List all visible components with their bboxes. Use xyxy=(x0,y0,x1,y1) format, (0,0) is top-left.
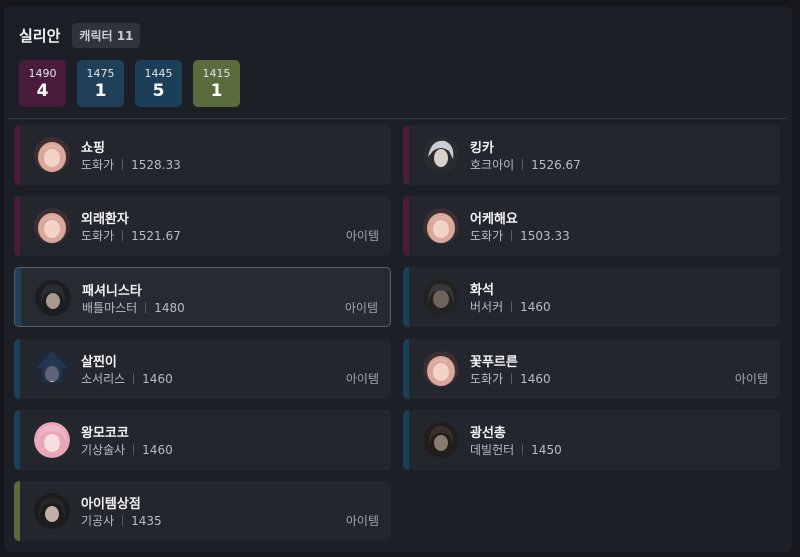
character-class: 도화가 xyxy=(81,158,115,172)
separator xyxy=(133,373,135,384)
separator xyxy=(122,159,124,170)
character-card[interactable]: 꽃푸르른 도화가 1460 아이템 xyxy=(403,339,780,399)
character-item-level: 1460 xyxy=(520,371,551,386)
character-name: 살찐이 xyxy=(81,355,117,370)
character-name: 꽃푸르른 xyxy=(470,355,518,370)
tier-color-bar xyxy=(403,125,409,185)
character-card[interactable]: 화석 버서커 1460 xyxy=(403,267,780,327)
tier-badge[interactable]: 1445 5 xyxy=(135,60,182,107)
tier-count: 1 xyxy=(94,80,107,101)
separator xyxy=(145,302,147,313)
pink-hair-avatar-icon xyxy=(34,137,70,173)
character-item-level: 1460 xyxy=(520,299,551,314)
tier-level: 1445 xyxy=(144,66,173,80)
character-item-level: 1528.33 xyxy=(131,157,181,172)
pink-hair-avatar-icon xyxy=(34,208,70,244)
tier-count: 5 xyxy=(152,80,165,101)
separator xyxy=(511,373,513,384)
character-class: 도화가 xyxy=(81,229,115,243)
character-name: 외래환자 xyxy=(81,212,129,227)
character-card[interactable]: 왕모코코 기상술사 1460 xyxy=(14,410,391,470)
character-card-selected[interactable]: 패셔니스타 배틀마스터 1480 아이템 xyxy=(14,267,391,327)
character-name: 아이템상점 xyxy=(81,497,141,512)
witch-hat-avatar-icon xyxy=(34,351,70,387)
tier-badge[interactable]: 1415 1 xyxy=(193,60,240,107)
character-class: 기공사 xyxy=(81,514,115,528)
character-class: 데빌헌터 xyxy=(470,443,515,457)
character-card[interactable]: 어케해요 도화가 1503.33 xyxy=(403,196,780,256)
tier-color-bar xyxy=(403,267,409,327)
character-card[interactable]: 아이템상점 기공사 1435 아이템 xyxy=(14,481,391,541)
character-card[interactable]: 킹카 호크아이 1526.67 xyxy=(403,125,780,185)
divider xyxy=(8,118,788,119)
character-class: 도화가 xyxy=(470,229,504,243)
character-class: 배틀마스터 xyxy=(82,301,138,315)
tier-count: 4 xyxy=(36,80,49,101)
item-link[interactable]: 아이템 xyxy=(735,370,768,387)
tier-color-bar xyxy=(403,196,409,256)
pink-weather-avatar-icon xyxy=(34,422,70,458)
item-level-tiers: 1490 4 1475 1 1445 5 1415 1 xyxy=(19,60,240,107)
item-link[interactable]: 아이템 xyxy=(346,370,379,387)
tier-color-bar xyxy=(14,196,20,256)
separator xyxy=(133,444,135,455)
server-name: 실리안 xyxy=(19,26,61,45)
dark-fighter-avatar-icon xyxy=(35,280,71,316)
character-name: 왕모코코 xyxy=(81,426,129,441)
dark-warrior-avatar-icon xyxy=(423,279,459,315)
separator xyxy=(122,515,124,526)
dark-hair-avatar-icon xyxy=(34,493,70,529)
pink-hair-avatar-icon xyxy=(423,351,459,387)
separator xyxy=(511,230,513,241)
character-name: 어케해요 xyxy=(470,212,518,227)
tier-level: 1490 xyxy=(28,66,57,80)
character-item-level: 1435 xyxy=(131,513,162,528)
character-name: 광선총 xyxy=(470,426,506,441)
separator xyxy=(511,301,513,312)
character-item-level: 1521.67 xyxy=(131,228,181,243)
tier-color-bar xyxy=(14,410,20,470)
character-item-level: 1450 xyxy=(531,442,562,457)
character-item-level: 1503.33 xyxy=(520,228,570,243)
tier-level: 1475 xyxy=(86,66,115,80)
separator xyxy=(522,444,524,455)
character-card[interactable]: 쇼핑 도화가 1528.33 xyxy=(14,125,391,185)
tier-level: 1415 xyxy=(202,66,231,80)
tier-color-bar xyxy=(14,339,20,399)
character-card[interactable]: 외래환자 도화가 1521.67 아이템 xyxy=(14,196,391,256)
separator xyxy=(522,159,524,170)
character-name: 쇼핑 xyxy=(81,141,105,156)
tier-color-bar xyxy=(403,410,409,470)
character-item-level: 1480 xyxy=(154,300,185,315)
character-name: 화석 xyxy=(470,283,494,298)
character-item-level: 1460 xyxy=(142,442,173,457)
roster-header: 실리안 캐릭터 11 xyxy=(19,22,141,48)
character-name: 패셔니스타 xyxy=(82,284,142,299)
character-class: 버서커 xyxy=(470,300,504,314)
tier-color-bar xyxy=(15,268,21,326)
character-class: 호크아이 xyxy=(470,158,515,172)
character-class: 소서리스 xyxy=(81,372,126,386)
character-card[interactable]: 광선총 데빌헌터 1450 xyxy=(403,410,780,470)
character-class: 도화가 xyxy=(470,372,504,386)
tier-count: 1 xyxy=(210,80,223,101)
tier-badge[interactable]: 1490 4 xyxy=(19,60,66,107)
silver-hair-avatar-icon xyxy=(423,137,459,173)
tier-color-bar xyxy=(14,481,20,541)
character-count-badge: 캐릭터 11 xyxy=(72,22,141,48)
character-item-level: 1460 xyxy=(142,371,173,386)
dark-gunner-avatar-icon xyxy=(423,422,459,458)
tier-color-bar xyxy=(14,125,20,185)
separator xyxy=(122,230,124,241)
item-link[interactable]: 아이템 xyxy=(345,299,378,316)
character-name: 킹카 xyxy=(470,141,494,156)
character-item-level: 1526.67 xyxy=(531,157,581,172)
item-link[interactable]: 아이템 xyxy=(346,227,379,244)
character-card[interactable]: 살찐이 소서리스 1460 아이템 xyxy=(14,339,391,399)
pink-hair-avatar-icon xyxy=(423,208,459,244)
character-class: 기상술사 xyxy=(81,443,126,457)
item-link[interactable]: 아이템 xyxy=(346,512,379,529)
tier-badge[interactable]: 1475 1 xyxy=(77,60,124,107)
tier-color-bar xyxy=(403,339,409,399)
